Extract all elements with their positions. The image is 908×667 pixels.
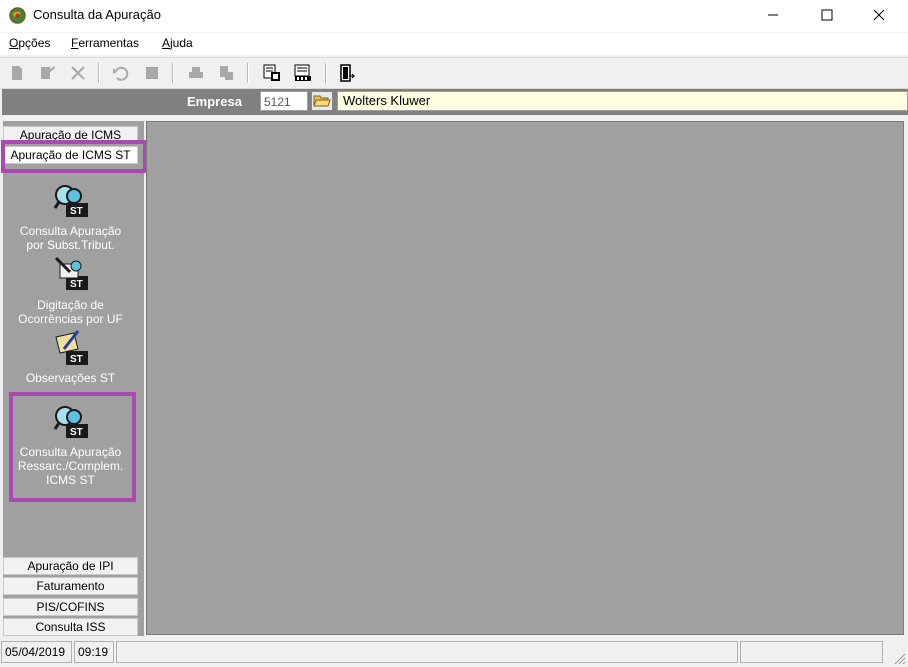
export-report-icon[interactable]: [293, 63, 313, 83]
close-icon: [873, 9, 885, 21]
sidebar-item-digitacao-ocorrencias-label[interactable]: Digitação de Ocorrências por UF: [3, 298, 138, 326]
toolbar-separator: [172, 63, 174, 83]
sidebar-tab-apuracao-ipi[interactable]: Apuração de IPI: [3, 557, 138, 575]
svg-text:ST: ST: [70, 279, 83, 290]
undo-icon[interactable]: [110, 63, 130, 83]
print-preview-icon[interactable]: [216, 63, 236, 83]
svg-text:ST: ST: [70, 354, 83, 365]
empresa-bar: Empresa 5121 Wolters Kluwer: [2, 89, 908, 115]
maximize-button[interactable]: [804, 0, 850, 30]
status-time: 09:19: [74, 641, 114, 663]
resize-grip-icon[interactable]: [892, 651, 906, 665]
status-date: 05/04/2019: [1, 641, 72, 663]
sidebar-tab-pis-cofins[interactable]: PIS/COFINS: [3, 598, 138, 616]
menu-opcoes[interactable]: Opções: [9, 36, 50, 50]
new-doc-icon[interactable]: [7, 63, 27, 83]
sidebar-tab-consulta-iss[interactable]: Consulta ISS: [3, 618, 138, 636]
svg-text:ST: ST: [70, 206, 83, 217]
stop-icon[interactable]: [142, 63, 162, 83]
svg-text:ST: ST: [70, 427, 83, 438]
minimize-button[interactable]: [750, 0, 796, 30]
consulta-st-icon[interactable]: ST: [52, 183, 92, 221]
exit-door-icon[interactable]: [337, 63, 357, 83]
toolbar: [0, 57, 908, 89]
main-content-area: [146, 121, 904, 635]
report-icon[interactable]: [262, 63, 282, 83]
empresa-name-field: Wolters Kluwer: [337, 91, 908, 111]
folder-open-icon: [313, 95, 331, 107]
menu-ferramentas[interactable]: Ferramentas: [71, 36, 139, 50]
title-bar: Consulta da Apuração: [0, 0, 908, 32]
toolbar-separator: [325, 63, 327, 83]
toolbar-separator: [247, 63, 249, 83]
minimize-icon: [768, 14, 778, 16]
status-panel: [740, 641, 883, 663]
empresa-browse-button[interactable]: [311, 91, 333, 111]
maximize-icon: [821, 9, 833, 21]
empresa-code-field[interactable]: 5121: [260, 91, 308, 111]
status-bar: 05/04/2019 09:19: [0, 638, 908, 667]
consulta-ressarc-st-icon[interactable]: ST: [52, 404, 92, 442]
sidebar-item-consulta-ressarc-label[interactable]: Consulta Apuração Ressarc./Complem. ICMS…: [3, 445, 138, 487]
sidebar-item-consulta-apuracao-subst-label[interactable]: Consulta Apuração por Subst.Tribut.: [3, 224, 138, 252]
edit-doc-icon[interactable]: [37, 63, 57, 83]
delete-icon[interactable]: [68, 63, 88, 83]
menu-ajuda[interactable]: Ajuda: [162, 36, 193, 50]
empresa-label: Empresa: [187, 94, 242, 109]
sidebar-tab-faturamento[interactable]: Faturamento: [3, 577, 138, 595]
toolbar-separator: [98, 63, 100, 83]
window-title: Consulta da Apuração: [33, 7, 161, 22]
digitacao-st-icon[interactable]: ST: [52, 256, 92, 294]
sidebar-item-observacoes-st-label[interactable]: Observações ST: [3, 371, 138, 385]
observacoes-st-icon[interactable]: ST: [52, 329, 92, 367]
highlight-box-tab: [1, 140, 147, 173]
close-button[interactable]: [856, 0, 902, 30]
app-globe-icon: [9, 7, 26, 24]
status-message: [116, 641, 738, 663]
print-icon[interactable]: [186, 63, 206, 83]
menu-bar: Opções Ferramentas Ajuda: [0, 33, 908, 55]
